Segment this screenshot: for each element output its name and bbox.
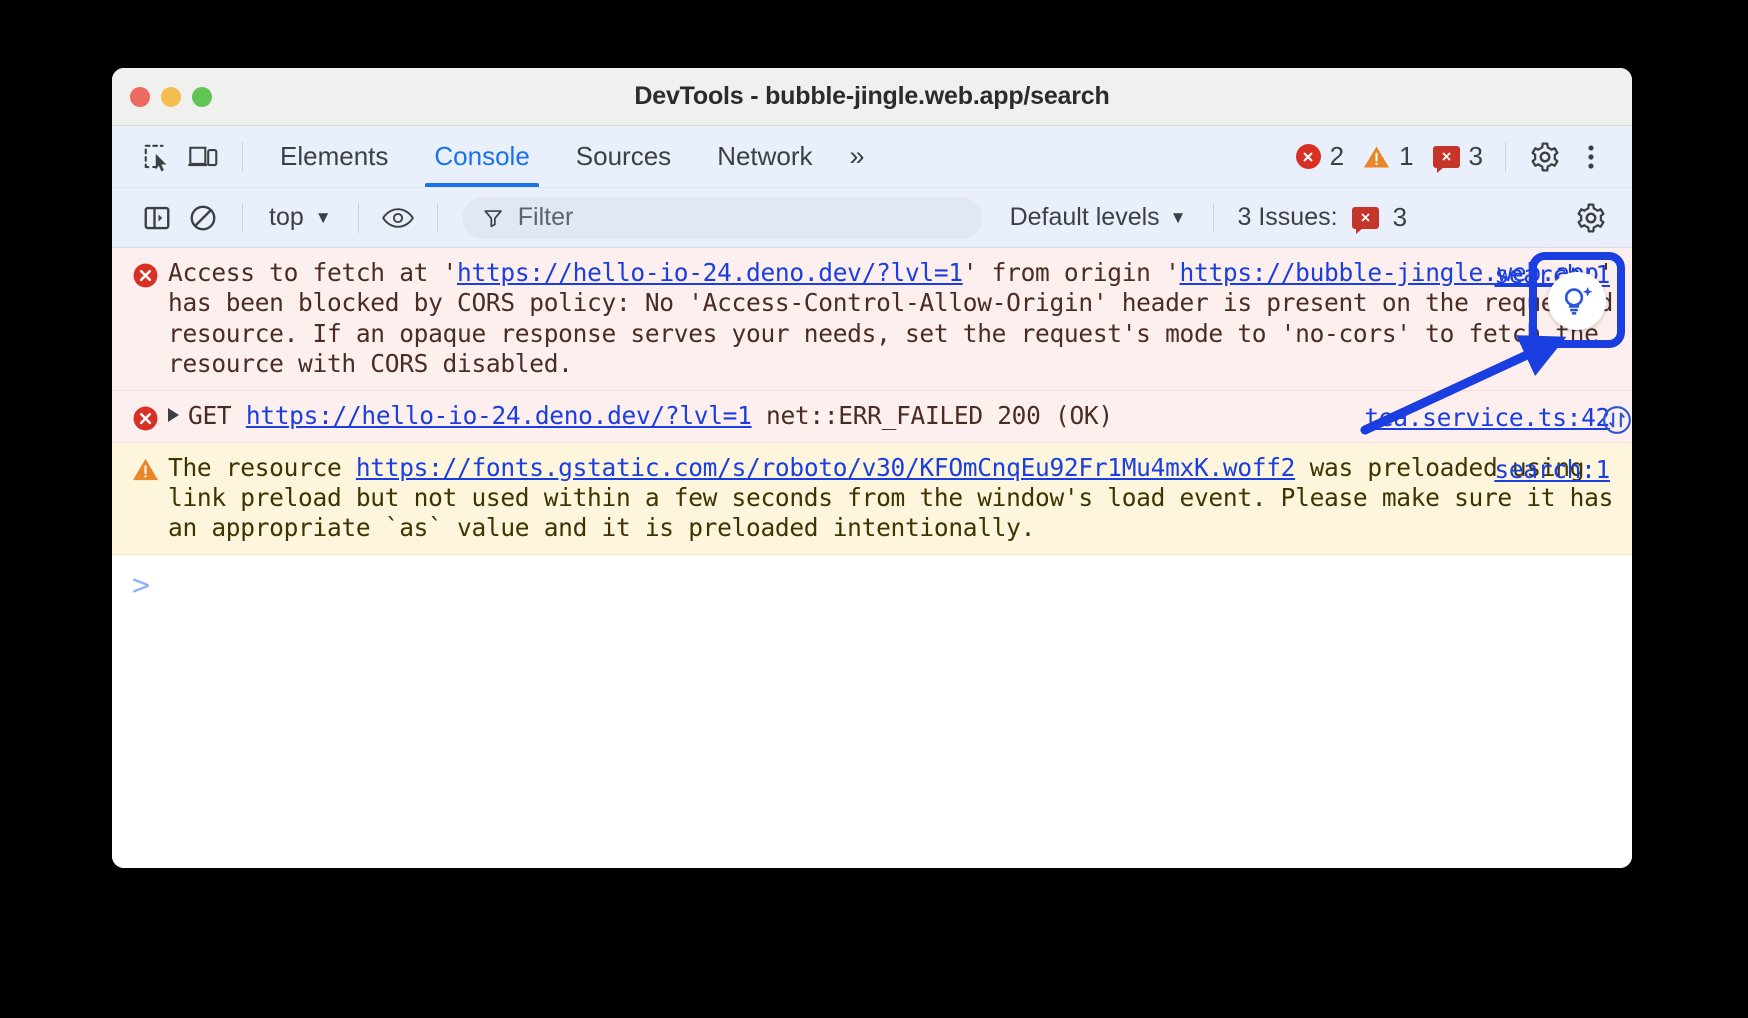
tab-console[interactable]: Console	[413, 126, 550, 187]
window-controls	[130, 87, 212, 107]
error-counter[interactable]: 2	[1290, 141, 1350, 172]
gear-icon-console	[1575, 202, 1607, 234]
console-sidebar-toggle-button[interactable]	[134, 196, 180, 240]
chevron-down-icon: ▼	[315, 209, 332, 226]
tab-sources-label: Sources	[576, 141, 671, 172]
msg2-link-request-url[interactable]: https://hello-io-24.deno.dev/?lvl=1	[246, 401, 752, 430]
devtools-tabs: Elements Console Sources Network »	[259, 126, 877, 187]
console-message-text-3: The resource https://fonts.gstatic.com/s…	[168, 453, 1614, 544]
console-toolbar-divider-3	[437, 203, 438, 233]
msg3-link-font-url[interactable]: https://fonts.gstatic.com/s/roboto/v30/K…	[356, 453, 1295, 482]
msg2-part-0: GET	[188, 401, 246, 430]
ai-insights-button[interactable]	[1548, 272, 1606, 330]
issues-summary-count: 3	[1393, 202, 1407, 233]
clear-console-icon	[188, 203, 218, 233]
console-filter-toolbar: top ▼ Default levels ▼	[112, 188, 1632, 248]
toolbar-divider	[242, 142, 243, 172]
minimize-window-button[interactable]	[161, 87, 181, 107]
error-circle-icon-msg1	[132, 258, 168, 380]
prompt-chevron-icon: >	[132, 571, 150, 601]
warning-triangle-icon	[1363, 145, 1390, 169]
issues-summary-button[interactable]: 3 Issues: 3	[1230, 200, 1416, 235]
devtools-more-options-button[interactable]	[1568, 135, 1614, 179]
chevron-down-icon-levels: ▼	[1170, 209, 1187, 226]
error-circle-icon	[1296, 144, 1321, 169]
msg2-part-2: net::ERR_FAILED 200 (OK)	[752, 401, 1113, 430]
devtools-main-toolbar: Elements Console Sources Network »	[112, 126, 1632, 188]
console-prompt[interactable]: >	[112, 555, 1632, 617]
ai-insights-lightbulb-icon	[1558, 282, 1596, 320]
msg3-part-0: The resource	[168, 453, 356, 482]
live-expression-eye-icon	[381, 205, 415, 231]
tab-network-label: Network	[717, 141, 812, 172]
error-count: 2	[1330, 141, 1344, 172]
toolbar-counters: 2 1 3	[1290, 141, 1489, 172]
tab-elements[interactable]: Elements	[259, 126, 409, 187]
console-message-list: Access to fetch at 'https://hello-io-24.…	[112, 248, 1632, 868]
warning-counter[interactable]: 1	[1357, 141, 1419, 172]
window-title: DevTools - bubble-jingle.web.app/search	[112, 82, 1632, 111]
console-toolbar-divider-4	[1213, 203, 1214, 233]
close-window-button[interactable]	[130, 87, 150, 107]
toolbar-divider-2	[1505, 142, 1506, 172]
msg3-source-link[interactable]: search:1	[1494, 455, 1610, 485]
kebab-menu-icon	[1577, 142, 1605, 172]
console-sidebar-icon	[142, 203, 172, 233]
console-message-error-network[interactable]: GET https://hello-io-24.deno.dev/?lvl=1 …	[112, 391, 1632, 443]
console-message-warning-preload[interactable]: The resource https://fonts.gstatic.com/s…	[112, 443, 1632, 555]
window-titlebar: DevTools - bubble-jingle.web.app/search	[112, 68, 1632, 126]
msg1-part-2: ' from origin '	[963, 258, 1180, 287]
gear-icon	[1529, 141, 1561, 173]
device-toolbar-icon	[188, 143, 218, 171]
more-tabs-button[interactable]: »	[838, 143, 877, 170]
devtools-window: DevTools - bubble-jingle.web.app/search	[112, 68, 1632, 868]
clear-console-button[interactable]	[180, 196, 226, 240]
issue-chip-icon	[1433, 146, 1460, 168]
expand-triangle-icon[interactable]	[168, 408, 179, 422]
log-levels-label: Default levels	[1010, 203, 1160, 232]
screenshot-root: DevTools - bubble-jingle.web.app/search	[0, 0, 1748, 1018]
msg1-link-request-url[interactable]: https://hello-io-24.deno.dev/?lvl=1	[457, 258, 963, 287]
network-request-icon[interactable]	[1602, 405, 1632, 442]
devtools-settings-button[interactable]	[1522, 135, 1568, 179]
msg2-source-link[interactable]: tea.service.ts:42	[1364, 403, 1610, 433]
issue-count: 3	[1469, 141, 1483, 172]
cursor-arrow-icon	[156, 153, 167, 171]
tab-elements-label: Elements	[280, 141, 388, 172]
warning-triangle-icon-msg3	[132, 453, 168, 544]
console-filter-box[interactable]	[462, 197, 982, 239]
filter-funnel-icon	[482, 206, 504, 230]
issues-summary-label: 3 Issues:	[1238, 203, 1338, 232]
tab-console-label: Console	[434, 141, 529, 172]
warning-count: 1	[1399, 141, 1413, 172]
tab-sources[interactable]: Sources	[555, 126, 692, 187]
issue-counter[interactable]: 3	[1427, 141, 1489, 172]
maximize-window-button[interactable]	[192, 87, 212, 107]
tab-network[interactable]: Network	[696, 126, 833, 187]
console-toolbar-divider	[242, 203, 243, 233]
msg1-part-0: Access to fetch at '	[168, 258, 457, 287]
device-toolbar-button[interactable]	[180, 135, 226, 179]
console-settings-button[interactable]	[1568, 196, 1614, 240]
live-expression-button[interactable]	[375, 196, 421, 240]
execution-context-label: top	[269, 203, 304, 232]
console-toolbar-divider-2	[358, 203, 359, 233]
error-circle-icon-msg2	[132, 401, 168, 432]
issue-chip-icon-toolbar	[1352, 207, 1379, 229]
execution-context-selector[interactable]: top ▼	[259, 199, 342, 236]
search-input[interactable]	[518, 203, 962, 232]
inspect-element-button[interactable]	[134, 135, 180, 179]
console-message-error-cors[interactable]: Access to fetch at 'https://hello-io-24.…	[112, 248, 1632, 391]
log-levels-selector[interactable]: Default levels ▼	[1000, 199, 1197, 236]
console-message-text-1: Access to fetch at 'https://hello-io-24.…	[168, 258, 1614, 380]
